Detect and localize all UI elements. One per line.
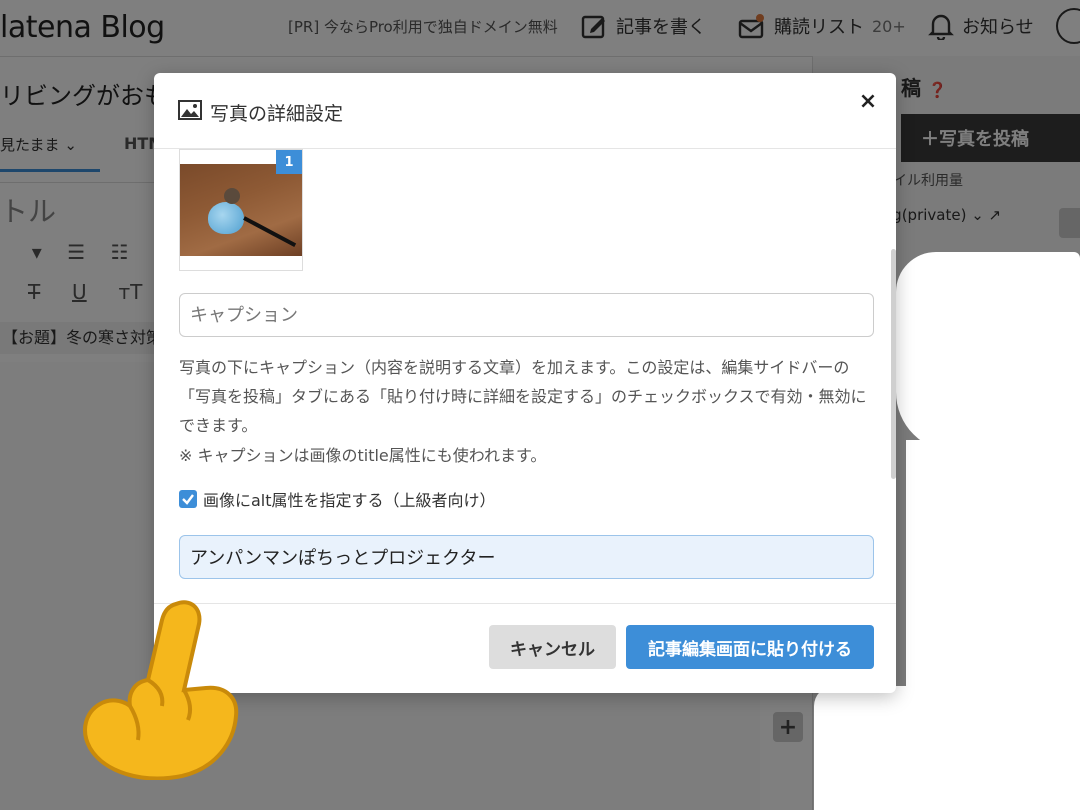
alt-text-input[interactable] xyxy=(179,535,874,579)
pen-shape xyxy=(243,216,297,247)
photo-preview xyxy=(180,164,302,256)
close-button[interactable]: × xyxy=(854,87,882,115)
image-thumbnail[interactable]: 1 xyxy=(179,149,303,271)
dialog-body: 1 写真の下にキャプション（内容を説明する文章）を加えます。この設定は、編集サイ… xyxy=(154,149,896,603)
image-index-badge: 1 xyxy=(276,150,302,174)
checkmark-icon xyxy=(182,494,194,505)
dialog-footer: キャンセル 記事編集画面に貼り付ける xyxy=(154,603,896,693)
dialog-title-text: 写真の詳細設定 xyxy=(210,103,344,125)
paste-to-editor-button[interactable]: 記事編集画面に貼り付ける xyxy=(626,625,874,669)
toy-figure xyxy=(208,202,244,234)
redaction-mask xyxy=(906,440,1080,700)
redaction-mask xyxy=(896,252,1080,452)
alt-attribute-option[interactable]: 画像にalt属性を指定する（上級者向け） xyxy=(179,487,496,511)
dialog-title: 写真の詳細設定 xyxy=(178,99,343,126)
alt-checkbox[interactable] xyxy=(179,490,197,508)
redaction-mask xyxy=(814,686,1080,810)
pointing-hand-icon xyxy=(83,600,239,780)
photo-settings-dialog: 写真の詳細設定 × 1 写真の下にキャプション（内容を説明する文章）を加えます。… xyxy=(154,73,896,693)
alt-checkbox-label: 画像にalt属性を指定する（上級者向け） xyxy=(203,491,496,510)
caption-input[interactable] xyxy=(179,293,874,337)
cancel-button[interactable]: キャンセル xyxy=(489,625,616,669)
dialog-header: 写真の詳細設定 × xyxy=(154,73,896,149)
toy-head xyxy=(224,188,240,204)
caption-note: ※ キャプションは画像のtitle属性にも使われます。 xyxy=(179,446,547,465)
image-icon xyxy=(178,100,202,125)
dialog-scrollbar[interactable] xyxy=(891,249,896,479)
caption-help-text: 写真の下にキャプション（内容を説明する文章）を加えます。この設定は、編集サイドバ… xyxy=(179,358,867,435)
